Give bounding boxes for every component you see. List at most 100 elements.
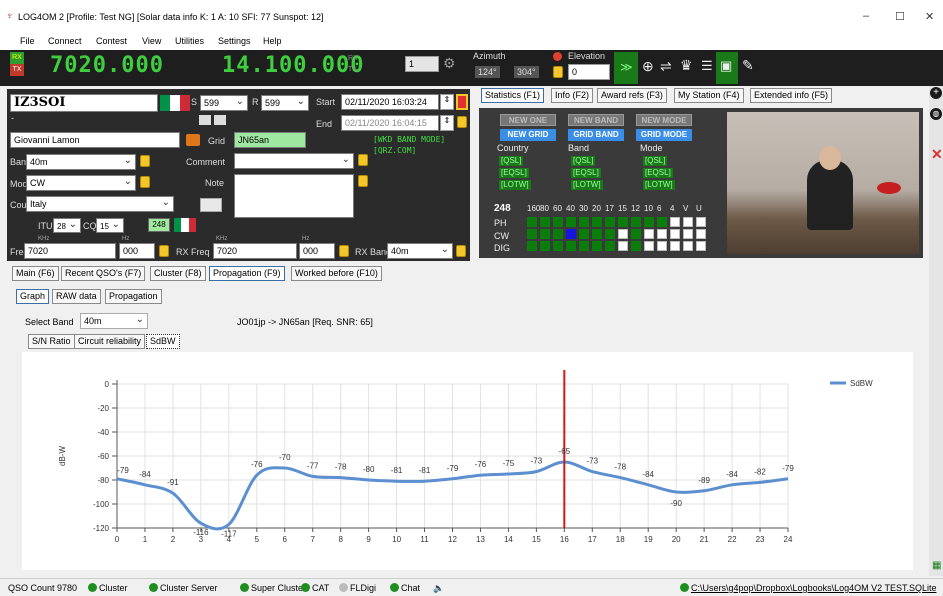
note-textarea[interactable]: [234, 174, 354, 218]
pen-icon[interactable]: ✎: [742, 57, 754, 74]
rx-freq-input[interactable]: 7020: [213, 243, 297, 259]
checkbox-2[interactable]: [214, 115, 226, 125]
delete-icon[interactable]: ✕: [931, 146, 943, 163]
subtab-propagation[interactable]: Propagation: [105, 289, 162, 304]
menu-settings[interactable]: Settings: [218, 36, 251, 46]
select-band-dropdown[interactable]: 40m: [80, 312, 148, 329]
record-icon[interactable]: [456, 94, 468, 110]
maximize-button[interactable]: ☐: [895, 10, 905, 23]
subtab-raw-data[interactable]: RAW data: [52, 289, 101, 304]
elevation-input[interactable]: 0: [568, 64, 610, 80]
status-cluster[interactable]: Cluster: [88, 583, 128, 593]
menu-utilities[interactable]: Utilities: [175, 36, 204, 46]
hz-label-2: Hz: [302, 236, 310, 242]
subtab-graph[interactable]: Graph: [16, 289, 50, 304]
tab-award-refs[interactable]: Award refs (F3): [597, 88, 667, 103]
list-icon[interactable]: ☰: [701, 58, 713, 74]
rx-band-select[interactable]: 40m: [387, 242, 453, 259]
rx-freq-hz-input[interactable]: 000: [299, 243, 335, 259]
add-icon[interactable]: +: [930, 87, 942, 99]
freq-hz-input[interactable]: 000: [119, 243, 155, 259]
tab-my-station[interactable]: My Station (F4): [674, 88, 744, 103]
notebook-icon[interactable]: [200, 198, 222, 212]
freq-lock-icon[interactable]: [159, 245, 169, 257]
database-path[interactable]: C:\Users\g4pop\Dropbox\Logbooks\Log4OM V…: [680, 583, 936, 593]
status-chat[interactable]: Chat: [390, 583, 420, 593]
x-tick-label: 22: [728, 535, 737, 544]
tab-propagation[interactable]: Propagation (F9): [209, 266, 285, 281]
tab-worked-before[interactable]: Worked before (F10): [291, 266, 382, 281]
start-spin[interactable]: ⇕: [440, 94, 454, 110]
tab-statistics[interactable]: Statistics (F1): [481, 88, 545, 103]
itu-select[interactable]: 28: [53, 217, 81, 233]
matrix-cell: [605, 241, 615, 251]
tab-info[interactable]: Info (F2): [551, 88, 594, 103]
tab-recent-qsos[interactable]: Recent QSO's (F7): [61, 266, 146, 281]
data-label: -84: [726, 470, 738, 479]
freq-input[interactable]: 7020: [24, 243, 116, 259]
checkbox-1[interactable]: [199, 115, 211, 125]
mode-lock-icon[interactable]: [140, 176, 150, 188]
vfo-spin[interactable]: 1: [405, 56, 439, 72]
mode-select[interactable]: CW: [26, 174, 136, 191]
rx-band-lock-icon[interactable]: [456, 245, 466, 257]
radio-icon[interactable]: ▣: [720, 58, 732, 74]
grid-side-icon[interactable]: ▦: [932, 560, 941, 571]
world-icon[interactable]: ◍: [930, 108, 942, 120]
menu-contest[interactable]: Contest: [96, 36, 127, 46]
wkd-band-mode-link[interactable]: [WKD BAND MODE]: [373, 135, 446, 144]
tab-cluster[interactable]: Cluster (F8): [150, 266, 206, 281]
comment-lock-icon[interactable]: [358, 154, 368, 166]
minimize-button[interactable]: –: [863, 10, 869, 22]
menu-file[interactable]: File: [20, 36, 35, 46]
menu-help[interactable]: Help: [263, 36, 282, 46]
crown-icon[interactable]: ♛: [680, 57, 693, 74]
lock-icon[interactable]: [553, 66, 563, 78]
band-label-60: 60: [553, 204, 562, 213]
globe-icon[interactable]: ⊕: [642, 58, 654, 75]
stop-icon[interactable]: [553, 52, 562, 61]
data-label: -117: [221, 529, 237, 538]
status-cat[interactable]: CAT: [301, 583, 329, 593]
end-lock-icon[interactable]: [457, 116, 467, 128]
circuit-reliability-button[interactable]: Circuit reliability: [74, 334, 146, 349]
azimuth-reverse[interactable]: 304°: [514, 66, 539, 78]
status-cluster-server[interactable]: Cluster Server: [149, 583, 218, 593]
end-spin[interactable]: ⇕: [440, 115, 454, 131]
satellite-icon[interactable]: ⇌: [660, 58, 672, 75]
rx-freq-lock-icon[interactable]: [339, 245, 349, 257]
data-label: -73: [531, 457, 543, 466]
speaker-icon[interactable]: 🔈: [433, 583, 444, 594]
note-lock-icon[interactable]: [358, 175, 368, 187]
close-button[interactable]: ✕: [925, 10, 934, 23]
grid-input[interactable]: JN65an: [234, 132, 306, 148]
matrix-cell: [566, 217, 576, 227]
tab-extended-info[interactable]: Extended info (F5): [750, 88, 833, 103]
sn-ratio-button[interactable]: S/N Ratio: [28, 334, 75, 349]
qrz-link[interactable]: [QRZ.COM]: [373, 146, 416, 155]
rst-sent-select[interactable]: 599: [200, 94, 248, 111]
comment-input[interactable]: [234, 152, 354, 169]
country-select[interactable]: Italy: [26, 195, 174, 212]
start-time-input[interactable]: 02/11/2020 16:03:24: [341, 94, 439, 110]
menu-view[interactable]: View: [142, 36, 161, 46]
callsign-input[interactable]: IZ3SOI: [10, 94, 158, 112]
end-time-input[interactable]: 02/11/2020 16:04:15: [341, 115, 439, 131]
address-book-icon[interactable]: [186, 134, 200, 146]
matrix-cell: [579, 217, 589, 227]
name-input[interactable]: Giovanni Lamon: [10, 132, 180, 148]
band-lock-icon[interactable]: [140, 155, 150, 167]
azimuth-value[interactable]: 124°: [475, 66, 500, 78]
cq-select[interactable]: 15: [96, 217, 124, 233]
band-select[interactable]: 40m: [26, 153, 136, 170]
tab-main[interactable]: Main (F6): [12, 266, 59, 281]
rx-band-label: RX Band: [355, 247, 392, 257]
menu-connect[interactable]: Connect: [48, 36, 82, 46]
gear-icon[interactable]: ⚙: [443, 55, 456, 72]
status-fldigi[interactable]: FLDigi: [339, 583, 376, 593]
antenna-icon[interactable]: ≫: [620, 60, 633, 74]
band-label-80: 80: [540, 204, 549, 213]
rst-rcvd-select[interactable]: 599: [261, 94, 309, 111]
status-super-cluster[interactable]: Super Cluster: [240, 583, 306, 593]
sdbw-button[interactable]: SdBW: [146, 334, 180, 349]
